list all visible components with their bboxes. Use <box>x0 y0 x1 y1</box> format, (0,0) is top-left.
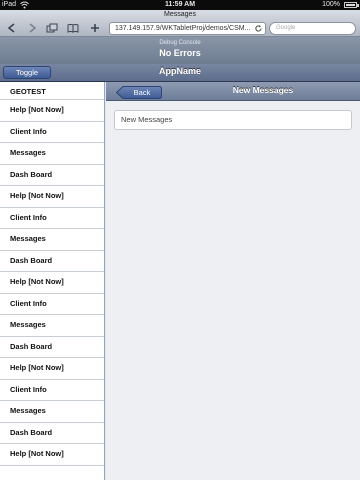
status-bar: iPad 11:59 AM 100% <box>0 0 360 10</box>
url-text: 137.149.157.9/WKTabletProj/demos/CSM... <box>115 25 251 32</box>
toggle-button[interactable]: Toggle <box>3 66 51 79</box>
pages-icon[interactable] <box>46 23 58 33</box>
detail-header: Back New Messages <box>106 82 360 101</box>
sidebar-item-client-info[interactable]: Client Info <box>0 380 104 401</box>
debug-status: No Errors <box>159 48 201 58</box>
sidebar-item-dash-board[interactable]: Dash Board <box>0 337 104 358</box>
sidebar-item-client-info[interactable]: Client Info <box>0 294 104 315</box>
sidebar-item-dash-board[interactable]: Dash Board <box>0 423 104 444</box>
new-messages-card-label: New Messages <box>121 115 173 124</box>
new-messages-card[interactable]: New Messages <box>114 110 352 130</box>
sidebar-item-help[interactable]: Help [Not Now] <box>0 272 104 294</box>
app-header: Toggle AppName <box>0 64 360 82</box>
back-arrow-icon[interactable] <box>6 23 18 33</box>
sidebar-item-help[interactable]: Help [Not Now] <box>0 358 104 380</box>
sidebar-item-dash-board[interactable]: Dash Board <box>0 251 104 272</box>
reload-icon[interactable] <box>254 24 263 33</box>
detail-title: New Messages <box>232 85 294 95</box>
debug-console-title: Debug Console <box>159 40 201 46</box>
status-time: 11:59 AM <box>164 1 196 8</box>
sidebar-item-messages[interactable]: Messages <box>0 401 104 423</box>
search-placeholder: Google <box>276 25 296 31</box>
battery-icon <box>344 2 357 8</box>
app-title: AppName <box>158 66 201 76</box>
bookmarks-icon[interactable] <box>67 23 79 33</box>
add-bookmark-icon[interactable] <box>89 23 101 33</box>
search-input[interactable]: Google <box>269 22 356 35</box>
sidebar-item-help[interactable]: Help [Not Now] <box>0 186 104 208</box>
sidebar-item-messages[interactable]: Messages <box>0 229 104 251</box>
sidebar-item-help[interactable]: Help [Not Now] <box>0 100 104 122</box>
url-field[interactable]: 137.149.157.9/WKTabletProj/demos/CSM... <box>109 22 266 35</box>
sidebar-item-client-info[interactable]: Client Info <box>0 122 104 143</box>
back-button-label: Back <box>133 88 151 97</box>
back-button[interactable]: Back <box>116 86 162 99</box>
sidebar-item-geotest[interactable]: GEOTEST <box>0 83 104 100</box>
detail-pane: Back New Messages New Messages <box>106 82 360 480</box>
sidebar-item-dash-board[interactable]: Dash Board <box>0 165 104 186</box>
debug-console: Debug Console No Errors <box>0 37 360 64</box>
sidebar-item-messages[interactable]: Messages <box>0 143 104 165</box>
battery-percent: 100% <box>322 1 340 8</box>
battery-tip <box>357 4 359 7</box>
sidebar-item-help[interactable]: Help [Not Now] <box>0 444 104 466</box>
sidebar: GEOTEST Help [Not Now] Client Info Messa… <box>0 82 105 480</box>
forward-arrow-icon[interactable] <box>26 23 38 33</box>
sidebar-item-client-info[interactable]: Client Info <box>0 208 104 229</box>
browser-toolbar: Messages 137.149.157.9/WKTabletProj/demo… <box>0 10 360 37</box>
sidebar-item-messages[interactable]: Messages <box>0 315 104 337</box>
browser-page-title: Messages <box>164 11 196 18</box>
